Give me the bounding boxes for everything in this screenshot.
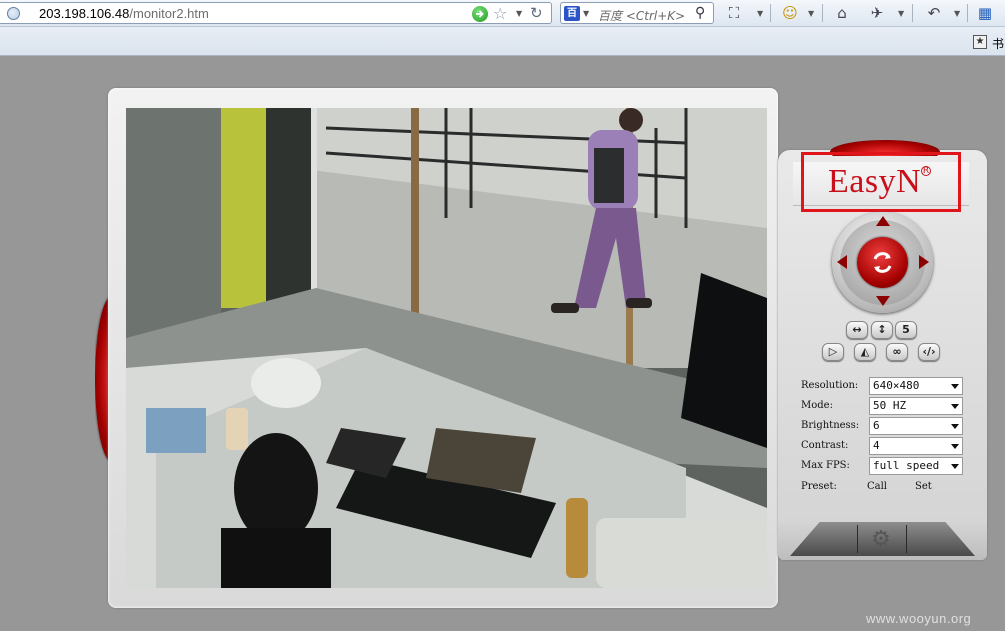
brightness-value: 6 [873,419,880,432]
preset-set-link[interactable]: Set [915,481,932,492]
mirror-icon: ◭ [860,345,870,358]
go-button[interactable] [472,6,488,22]
mode-label: Mode: [801,400,833,411]
play-button[interactable]: ▷ [822,343,844,361]
toolbar-separator [912,4,913,22]
preset-label: Preset: [801,481,837,492]
chevron-down-icon [951,464,959,469]
preset-call-link[interactable]: Call [867,481,887,492]
address-bar[interactable]: 203.198.106.48/monitor2.htm ☆ ▼ ↻ [0,2,552,24]
refresh-icon [873,252,892,273]
undo-icon[interactable]: ↶ [924,3,944,23]
globe-icon [7,7,20,20]
apps-icon[interactable]: ▦ [975,3,995,23]
contrast-label: Contrast: [801,440,849,451]
search-engine-icon[interactable]: 百 [564,6,580,21]
reload-icon[interactable]: ↻ [530,4,543,22]
contrast-value: 4 [873,439,880,452]
max-fps-row: Max FPS: full speed [801,457,966,475]
max-fps-value: full speed [873,459,940,472]
contrast-row: Contrast: 4 [801,437,966,455]
pan-up-button[interactable] [876,216,890,226]
mode-select[interactable]: 50 HZ [869,397,963,415]
magnifier-icon[interactable]: ⚲ [695,5,705,21]
resolution-row: Resolution: 640×480 [801,377,966,395]
screenshot-icon[interactable]: ⛶ [724,3,744,23]
addon-icon[interactable]: ✈ [867,3,887,23]
code-icon: ‹/› [922,345,936,358]
mode-value: 50 HZ [873,399,907,412]
search-placeholder: 百度 <Ctrl+K> [598,9,686,23]
mode-row: Mode: 50 HZ [801,397,966,415]
brightness-select[interactable]: 6 [869,417,963,435]
brightness-row: Brightness: 6 [801,417,966,435]
live-video-feed[interactable] [126,108,767,588]
history-dropdown-icon[interactable]: ▼ [516,9,522,18]
max-fps-select[interactable]: full speed [869,457,963,475]
url-path: /monitor2.htm [129,6,209,21]
brightness-label: Brightness: [801,420,860,431]
chevron-down-icon [951,384,959,389]
max-fps-label: Max FPS: [801,460,850,471]
pan-right-button[interactable] [919,255,929,269]
speed-button[interactable]: 5 [895,321,917,339]
undo-dropdown-icon[interactable]: ▼ [954,9,960,18]
emoji-icon[interactable]: ☺ [780,3,800,23]
go-arrow-icon [476,10,484,18]
mirror-button[interactable]: ◭ [854,343,876,361]
toolbar-separator [967,4,968,22]
search-box[interactable]: 百 ▼ 百度 <Ctrl+K> ⚲ [560,2,714,24]
flip-horizontal-button[interactable]: ↔ [846,321,868,339]
watermark: www.wooyun.org [866,611,972,626]
search-engine-dropdown-icon[interactable]: ▼ [583,9,589,18]
resolution-select[interactable]: 640×480 [869,377,963,395]
infinite-icon: ∞ [892,345,902,358]
toolbar-separator [770,4,771,22]
bookmarks-label[interactable]: 书 [992,35,1004,52]
flip-vertical-button[interactable]: ↕ [871,321,893,339]
camera-scene [126,108,767,588]
contrast-select[interactable]: 4 [869,437,963,455]
emoji-dropdown-icon[interactable]: ▼ [808,9,814,18]
patrol-button[interactable]: ∞ [886,343,908,361]
chevron-down-icon [951,424,959,429]
preset-row: Preset: Call Set [801,478,966,496]
bookmarks-bar [0,27,1005,56]
home-icon[interactable]: ⌂ [832,3,852,23]
resolution-value: 640×480 [873,379,920,392]
star-icon[interactable]: ★ [973,35,987,49]
addon-dropdown-icon[interactable]: ▼ [898,9,904,18]
tray-divider [857,525,858,553]
pan-down-button[interactable] [876,296,890,306]
screenshot-dropdown-icon[interactable]: ▼ [757,9,763,18]
url-host: 203.198.106.48 [39,6,130,21]
gear-icon[interactable]: ⚙ [869,528,893,552]
pan-left-button[interactable] [837,255,847,269]
resolution-label: Resolution: [801,380,859,391]
toolbar-separator [822,4,823,22]
code-button[interactable]: ‹/› [918,343,940,361]
play-icon: ▷ [828,345,838,358]
url-text[interactable]: 203.198.106.48/monitor2.htm [39,6,209,21]
ptz-center-button[interactable] [857,237,908,288]
browser-toolbar: 203.198.106.48/monitor2.htm ☆ ▼ ↻ 百 ▼ 百度… [0,0,1005,27]
bookmark-star-icon[interactable]: ☆ [493,4,507,23]
tray-divider [906,525,907,553]
highlight-annotation [801,152,961,212]
chevron-down-icon [951,444,959,449]
chevron-down-icon [951,404,959,409]
